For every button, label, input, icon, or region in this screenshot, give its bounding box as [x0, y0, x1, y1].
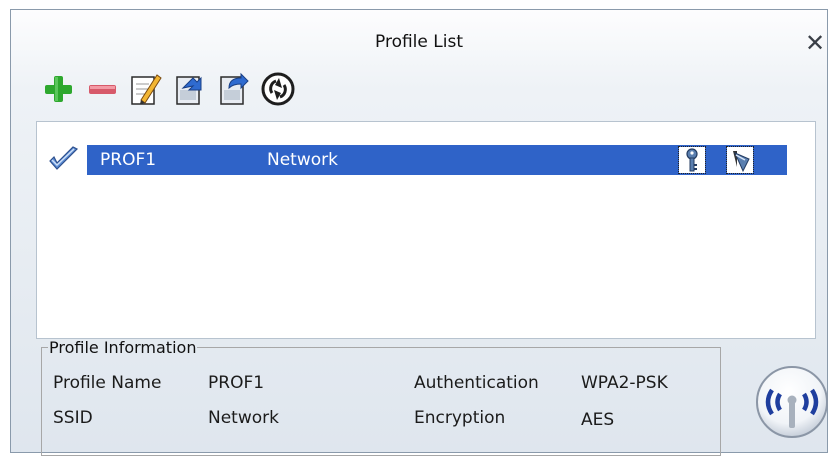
- wireless-signal-icon[interactable]: [754, 364, 829, 440]
- connect-icon: [261, 72, 295, 106]
- profile-list-window: Profile List ✕ PROF1 Network Profile Inf…: [10, 9, 829, 456]
- profile-row-name: PROF1: [100, 150, 157, 170]
- import-icon: [176, 76, 202, 105]
- ssid-value: Network: [208, 408, 279, 428]
- window-title: Profile List: [375, 32, 463, 52]
- profile-information-legend: Profile Information: [49, 338, 197, 357]
- profile-row-ssid: Network: [267, 150, 338, 170]
- profile-row[interactable]: PROF1 Network: [47, 145, 787, 175]
- authentication-value: WPA2-PSK: [581, 373, 668, 393]
- export-icon: [220, 72, 249, 105]
- edit-profile-button[interactable]: [127, 70, 165, 108]
- profile-list: PROF1 Network: [36, 121, 816, 339]
- encryption-label: Encryption: [414, 408, 506, 428]
- remove-icon: [89, 85, 116, 94]
- add-profile-button[interactable]: [39, 70, 77, 108]
- ssid-label: SSID: [53, 408, 93, 428]
- connect-button[interactable]: [259, 70, 297, 108]
- add-icon: [45, 76, 72, 102]
- export-profile-button[interactable]: [215, 70, 253, 108]
- close-icon[interactable]: ✕: [803, 31, 827, 56]
- shield-icon: [726, 146, 754, 174]
- encryption-value: AES: [581, 410, 615, 430]
- profile-row-selection: PROF1 Network: [87, 145, 787, 175]
- profile-information-group: Profile Information: [41, 338, 721, 456]
- import-profile-button[interactable]: [171, 70, 209, 108]
- check-icon: [47, 145, 81, 175]
- key-icon: [678, 146, 706, 174]
- authentication-label: Authentication: [414, 373, 539, 393]
- edit-icon: [131, 74, 162, 105]
- profile-name-label: Profile Name: [53, 373, 162, 393]
- remove-profile-button[interactable]: [83, 70, 121, 108]
- profile-name-value: PROF1: [208, 373, 265, 393]
